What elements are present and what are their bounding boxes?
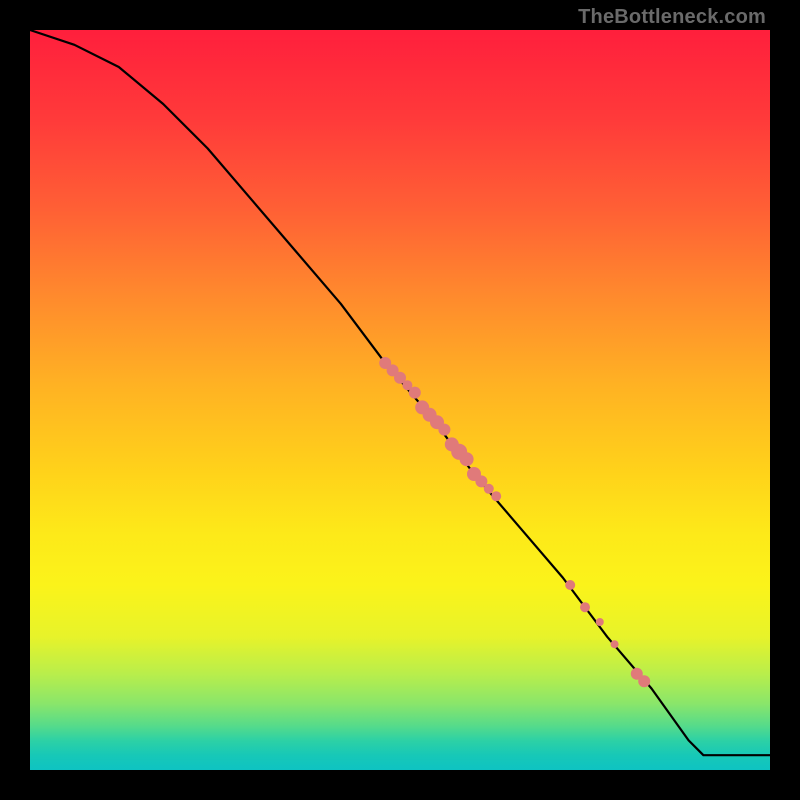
data-point (565, 580, 575, 590)
data-point (491, 491, 501, 501)
data-point (611, 640, 619, 648)
data-point (438, 424, 450, 436)
attribution-text: TheBottleneck.com (578, 6, 766, 29)
data-point (580, 602, 590, 612)
trend-line (30, 30, 770, 755)
data-point (596, 618, 604, 626)
plot-area (30, 30, 770, 770)
chart-stage: TheBottleneck.com (0, 0, 800, 800)
data-point (460, 452, 474, 466)
data-point (484, 484, 494, 494)
chart-svg (30, 30, 770, 770)
data-point (409, 387, 421, 399)
data-point (638, 675, 650, 687)
